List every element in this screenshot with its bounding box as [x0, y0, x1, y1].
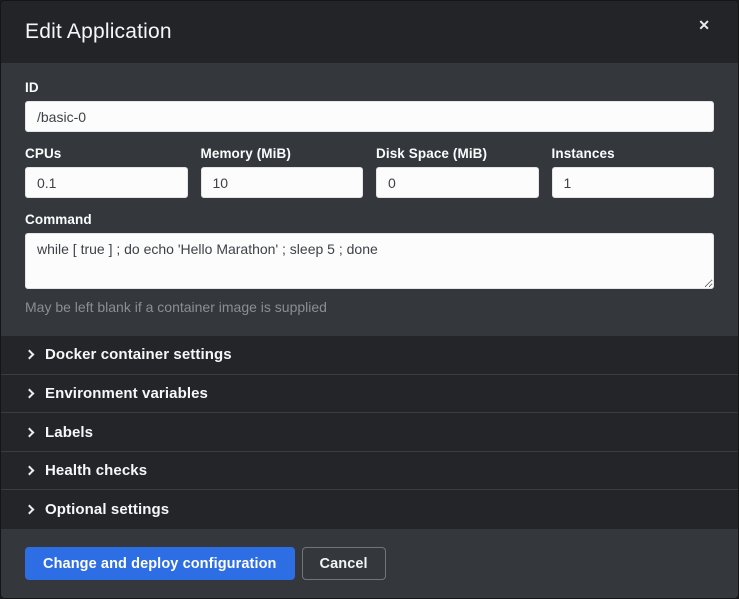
- modal-footer: Change and deploy configuration Cancel: [1, 529, 738, 598]
- cpus-label: CPUs: [25, 146, 188, 161]
- chevron-right-icon: [25, 388, 35, 398]
- section-health-checks[interactable]: Health checks: [1, 452, 738, 491]
- memory-label: Memory (MiB): [201, 146, 364, 161]
- close-button[interactable]: ✕: [694, 14, 714, 36]
- chevron-right-icon: [25, 350, 35, 360]
- section-label: Health checks: [45, 462, 147, 479]
- cpus-input[interactable]: [25, 167, 188, 198]
- instances-label: Instances: [552, 146, 715, 161]
- section-label: Optional settings: [45, 501, 169, 518]
- section-label: Labels: [45, 424, 93, 441]
- section-docker-container-settings[interactable]: Docker container settings: [1, 336, 738, 375]
- change-and-deploy-button[interactable]: Change and deploy configuration: [25, 547, 295, 580]
- command-textarea[interactable]: while [ true ] ; do echo 'Hello Marathon…: [25, 233, 714, 289]
- disk-label: Disk Space (MiB): [376, 146, 539, 161]
- section-labels[interactable]: Labels: [1, 413, 738, 452]
- close-icon: ✕: [698, 17, 710, 33]
- id-label: ID: [25, 80, 714, 95]
- id-field-group: ID: [25, 80, 714, 132]
- command-field-group: Command while [ true ] ; do echo 'Hello …: [25, 212, 714, 315]
- memory-input[interactable]: [201, 167, 364, 198]
- edit-application-modal: Edit Application ✕ ID CPUs Memory (MiB) …: [0, 0, 739, 599]
- instances-input[interactable]: [552, 167, 715, 198]
- modal-header: Edit Application ✕: [1, 1, 738, 63]
- memory-field-group: Memory (MiB): [201, 146, 364, 198]
- resources-row: CPUs Memory (MiB) Disk Space (MiB) Insta…: [25, 146, 714, 212]
- id-input[interactable]: [25, 101, 714, 132]
- accordion: Docker container settings Environment va…: [1, 336, 738, 529]
- modal-body: ID CPUs Memory (MiB) Disk Space (MiB) In…: [1, 63, 738, 336]
- command-label: Command: [25, 212, 714, 227]
- chevron-right-icon: [25, 466, 35, 476]
- disk-field-group: Disk Space (MiB): [376, 146, 539, 198]
- disk-input[interactable]: [376, 167, 539, 198]
- cpus-field-group: CPUs: [25, 146, 188, 198]
- section-optional-settings[interactable]: Optional settings: [1, 490, 738, 529]
- section-environment-variables[interactable]: Environment variables: [1, 375, 738, 414]
- chevron-right-icon: [25, 427, 35, 437]
- page-title: Edit Application: [25, 20, 172, 44]
- command-help-text: May be left blank if a container image i…: [25, 299, 714, 315]
- cancel-button[interactable]: Cancel: [302, 547, 386, 580]
- chevron-right-icon: [25, 505, 35, 515]
- instances-field-group: Instances: [552, 146, 715, 198]
- section-label: Docker container settings: [45, 346, 232, 363]
- section-label: Environment variables: [45, 385, 208, 402]
